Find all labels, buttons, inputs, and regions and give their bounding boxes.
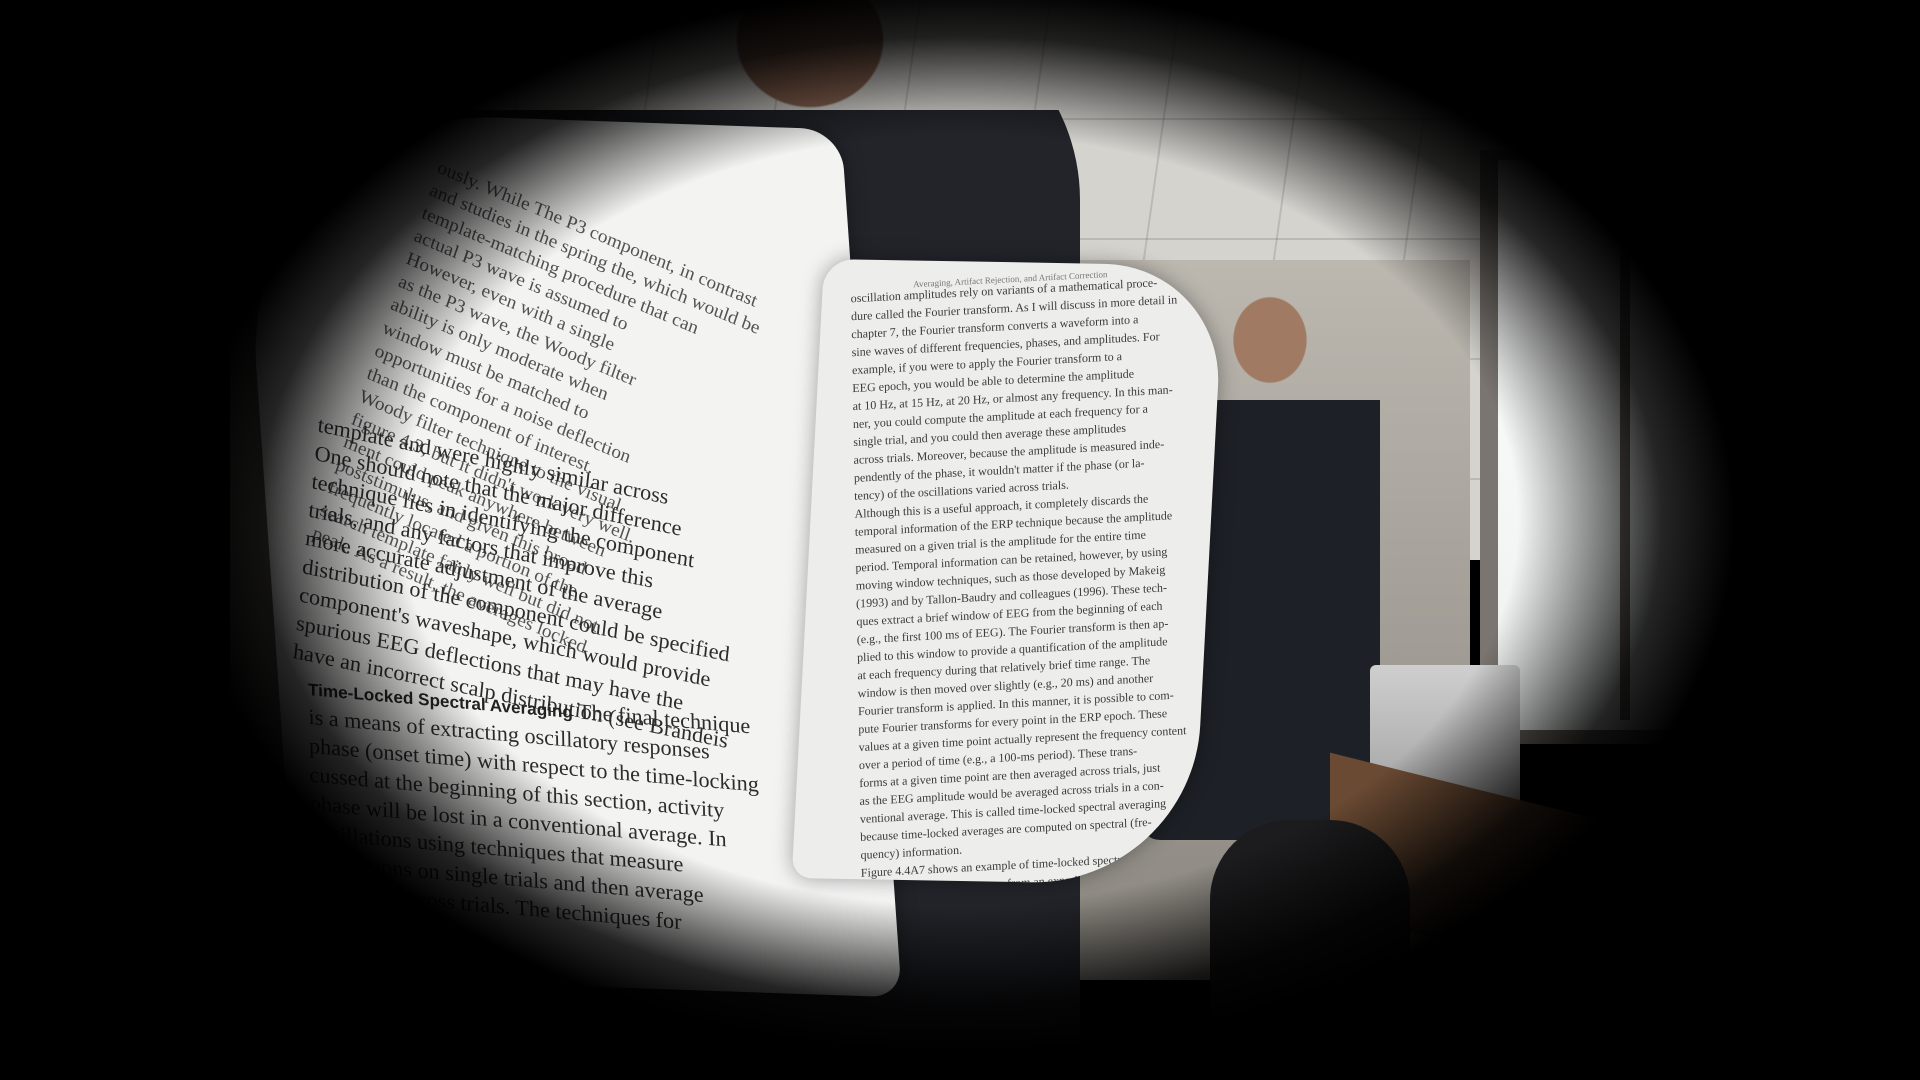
left-page-bottom-text: Time-Locked Spectral Averaging The final… <box>308 673 762 943</box>
open-book: ously. While The P3 component, in contra… <box>0 0 1920 1080</box>
right-page: Averaging, Artifact Rejection, and Artif… <box>791 258 1225 886</box>
right-page-text: oscillation amplitudes rely on variants … <box>851 272 1202 885</box>
